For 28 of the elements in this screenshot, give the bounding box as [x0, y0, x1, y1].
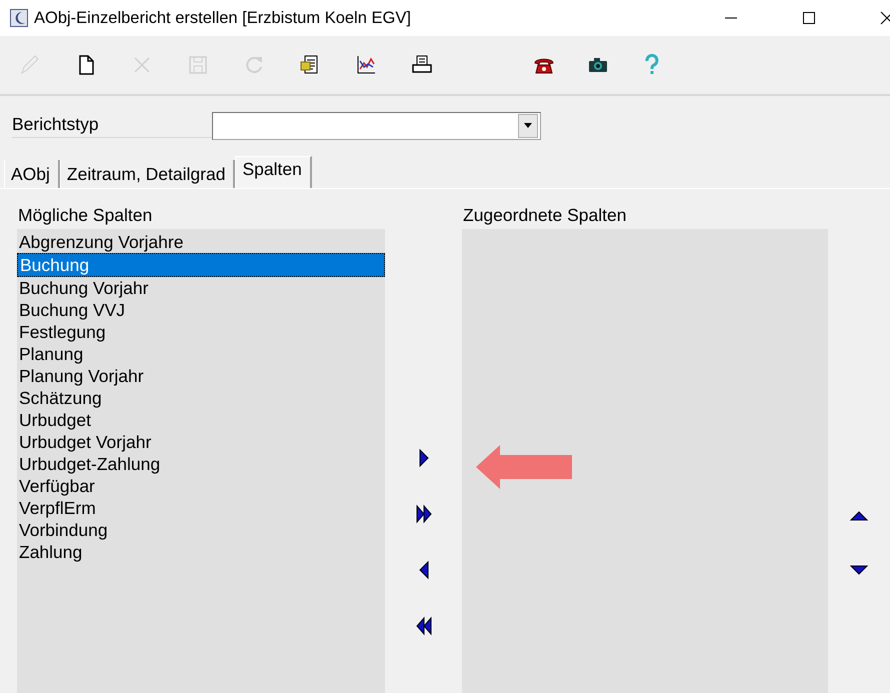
list-item[interactable]: Urbudget-Zahlung [17, 453, 385, 475]
available-columns-label: Mögliche Spalten [17, 205, 154, 227]
tab[interactable]: Spalten [235, 156, 312, 188]
remove-all-button[interactable] [414, 616, 434, 636]
report-type-dropdown[interactable] [212, 112, 541, 140]
maximize-icon[interactable] [802, 11, 816, 25]
assigned-columns-label: Zugeordnete Spalten [462, 205, 628, 227]
list-item[interactable]: Urbudget [17, 409, 385, 431]
list-item[interactable]: Verfügbar [17, 475, 385, 497]
add-all-button[interactable] [414, 504, 434, 524]
list-item[interactable]: Schätzung [17, 387, 385, 409]
dropdown-arrow-icon [523, 123, 533, 129]
window-title: AObj-Einzelbericht erstellen [Erzbistum Koeln EGV] [34, 8, 411, 28]
tab[interactable]: AObj [4, 160, 60, 188]
list-item[interactable]: Vorbindung [17, 519, 385, 541]
list-item[interactable]: Urbudget Vorjahr [17, 431, 385, 453]
close-icon[interactable] [880, 11, 890, 25]
list-item[interactable]: Planung [17, 343, 385, 365]
list-item[interactable]: VerpflErm [17, 497, 385, 519]
list-item[interactable]: Buchung Vorjahr [17, 277, 385, 299]
list-item[interactable]: Buchung VVJ [17, 299, 385, 321]
list-item[interactable]: Zahlung [17, 541, 385, 563]
app-icon [10, 9, 28, 27]
list-item[interactable]: Abgrenzung Vorjahre [17, 231, 385, 253]
list-item[interactable]: Planung Vorjahr [17, 365, 385, 387]
list-item[interactable]: Buchung [17, 253, 385, 277]
tab[interactable]: Zeitraum, Detailgrad [60, 160, 236, 188]
list-item[interactable]: Festlegung [17, 321, 385, 343]
